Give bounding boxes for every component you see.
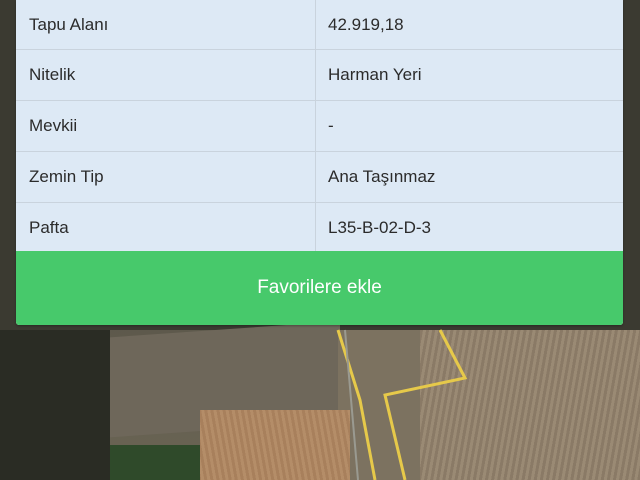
details-row: Tapu Alanı 42.919,18: [16, 0, 623, 50]
details-row: Mevkii -: [16, 101, 623, 152]
details-row: Nitelik Harman Yeri: [16, 50, 623, 101]
details-row-label: Zemin Tip: [16, 152, 316, 202]
details-row-value: Ana Taşınmaz: [328, 167, 436, 186]
details-row-label: Tapu Alanı: [16, 0, 316, 49]
details-row: Pafta L35-B-02-D-3: [16, 203, 623, 254]
details-row-label: Pafta: [16, 203, 316, 253]
details-row-label: Nitelik: [16, 50, 316, 100]
details-row-value: L35-B-02-D-3: [328, 218, 431, 237]
details-row-value: Harman Yeri: [328, 65, 422, 84]
details-row-label: Mevkii: [16, 101, 316, 151]
details-row-value: -: [328, 116, 334, 135]
property-details-panel: Tapu Alanı 42.919,18 Nitelik Harman Yeri…: [16, 0, 623, 325]
details-row-value: 42.919,18: [328, 14, 404, 34]
details-row: Zemin Tip Ana Taşınmaz: [16, 152, 623, 203]
add-to-favorites-button[interactable]: Favorilere ekle: [16, 251, 623, 325]
